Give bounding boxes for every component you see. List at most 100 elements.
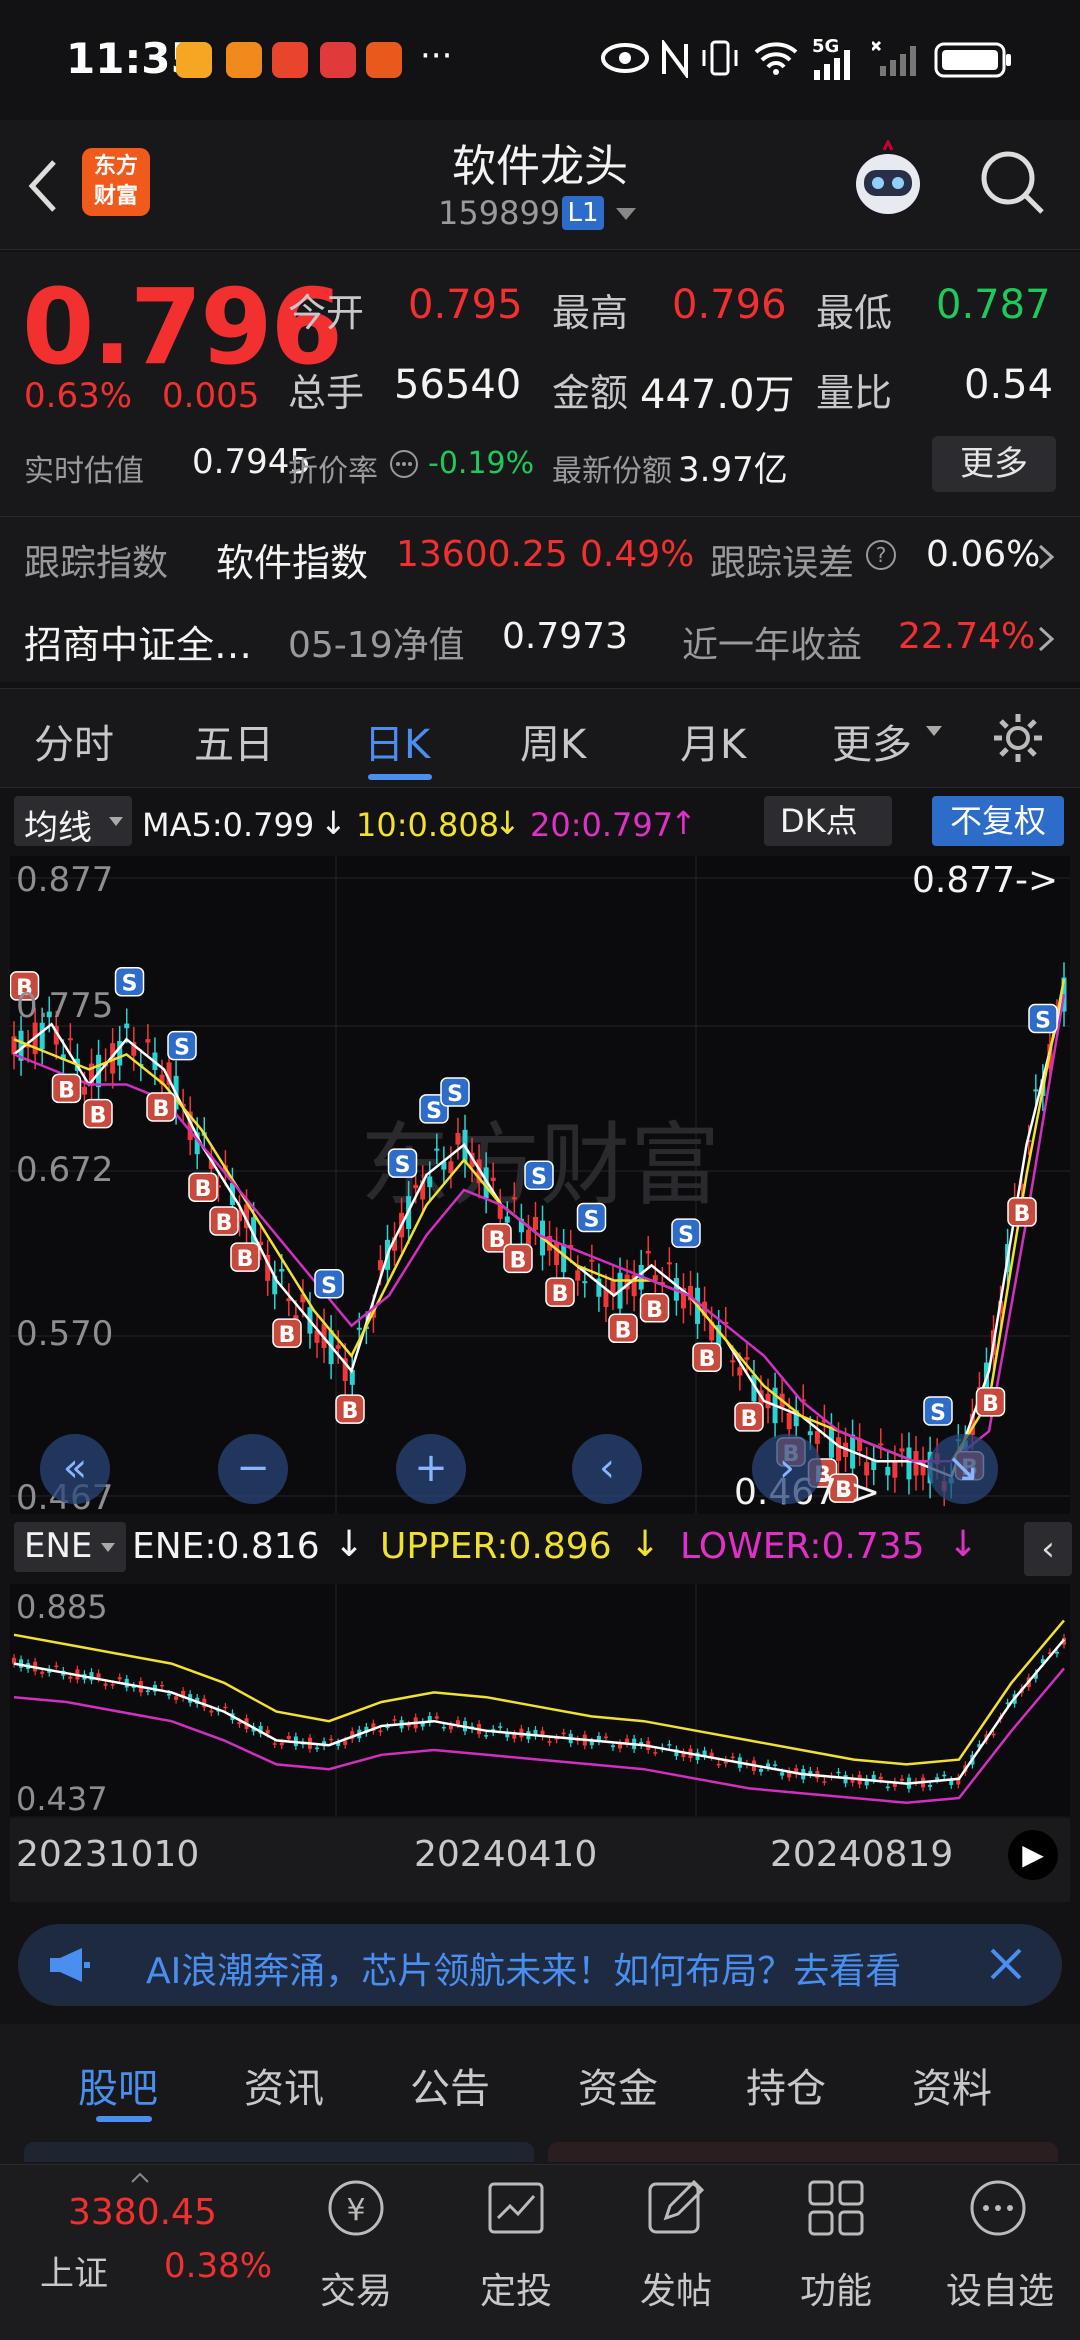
candle-body (645, 1250, 651, 1254)
ene-candle-body (279, 1742, 284, 1746)
tab-daily-k[interactable]: 日K (364, 712, 430, 770)
candle-body (39, 1022, 45, 1050)
buy-marker-label: B (982, 1392, 999, 1417)
buy-marker-label: B (90, 1104, 107, 1129)
zoom-out-button[interactable]: − (218, 1434, 288, 1504)
quote-panel: 0.796 0.63% 0.005 今开 0.795 最高 0.796 最低 0… (0, 252, 1080, 682)
candle-body (434, 1148, 440, 1151)
dropdown-triangle-icon (109, 817, 123, 826)
compose-post-icon[interactable] (644, 2176, 708, 2240)
sell-marker-label: S (122, 972, 138, 997)
close-icon[interactable] (988, 1946, 1024, 1982)
play-icon[interactable]: ▶ (1008, 1830, 1058, 1880)
robot-avatar-icon[interactable] (848, 138, 928, 224)
card-peek (24, 2142, 534, 2162)
info-dots-icon[interactable] (388, 448, 420, 480)
candle-body (737, 1367, 743, 1376)
buy-marker-label: B (1014, 1202, 1031, 1227)
ene-candle-body (610, 1745, 615, 1748)
candle-body (807, 1431, 813, 1436)
estimate-label: 实时估值 (24, 454, 144, 489)
search-icon[interactable] (978, 148, 1048, 218)
apps-grid-icon[interactable] (804, 2176, 868, 2240)
nav-trade[interactable]: 交易 (320, 2262, 392, 2314)
scroll-left-button[interactable]: ‹ (572, 1434, 642, 1504)
ene-candle-body (117, 1677, 122, 1680)
adjust-toggle[interactable]: 不复权 (932, 796, 1064, 846)
share-label: 最新份额 (552, 454, 672, 489)
back-icon[interactable] (24, 156, 64, 216)
sell-marker-label: S (395, 1153, 411, 1178)
settings-gear-icon[interactable] (990, 710, 1046, 766)
tab-intraday[interactable]: 分时 (34, 712, 114, 770)
ene-candle-body (434, 1716, 439, 1719)
volume-value: 56540 (394, 362, 522, 408)
fund-name[interactable]: 招商中证全… (24, 614, 252, 669)
chevron-up-icon[interactable] (130, 2172, 150, 2184)
y-axis-label: 0.775 (16, 986, 114, 1026)
banner-text[interactable]: AI浪潮奔涌，芯片领航未来！如何布局？去看看 (146, 1942, 976, 1994)
high-value: 0.796 (672, 282, 787, 328)
index-pct[interactable]: 0.38% (164, 2246, 272, 2286)
candle-body (67, 1038, 73, 1041)
svg-text:¥: ¥ (346, 2193, 365, 2228)
sell-marker-label: S (426, 1099, 442, 1124)
ene-candle-body (589, 1741, 594, 1746)
ma-selector-label: 均线 (24, 808, 92, 848)
ene-candle-body (730, 1756, 735, 1759)
ene-candle-body (329, 1738, 334, 1741)
fixed-invest-icon[interactable] (484, 2176, 548, 2240)
more-button[interactable]: 更多 (932, 436, 1056, 492)
ene-candle-body (385, 1726, 390, 1729)
tab-monthly-k[interactable]: 月K (680, 712, 746, 770)
ene-candle-body (159, 1684, 164, 1687)
tab-holdings[interactable]: 持仓 (746, 2056, 826, 2114)
ene-candle-body (667, 1744, 672, 1746)
tab-news[interactable]: 资讯 (244, 2056, 324, 2114)
ene-candle-body (315, 1747, 320, 1750)
tab-weekly-k[interactable]: 周K (520, 712, 586, 770)
chevron-right-icon[interactable] (1034, 542, 1058, 572)
tab-announcements[interactable]: 公告 (410, 2056, 490, 2114)
buy-marker-label: B (279, 1323, 296, 1348)
buy-marker-label: B (646, 1298, 663, 1323)
signal-2-icon (872, 40, 916, 76)
tab-five-day[interactable]: 五日 (194, 712, 274, 770)
candle-body (124, 1023, 130, 1029)
nav-fixed-invest[interactable]: 定投 (480, 2262, 552, 2314)
candle-body (744, 1357, 750, 1360)
dk-point-button[interactable]: DK点 (764, 796, 892, 846)
nav-post[interactable]: 发帖 (640, 2262, 712, 2314)
tab-funds[interactable]: 资金 (578, 2056, 658, 2114)
tab-more[interactable]: 更多 (832, 712, 912, 770)
zoom-out-full-button[interactable]: « (40, 1434, 110, 1504)
k-line-chart[interactable]: 东方财富 BBBSBSBBBBSBSSSBBSBSBBSBBBBBSBBBS (10, 856, 1070, 1514)
ene-candle-body (716, 1763, 721, 1766)
tab-profile[interactable]: 资料 (912, 2056, 992, 2114)
trade-icon[interactable]: ¥ (324, 2176, 388, 2240)
ene-chart[interactable] (10, 1584, 1070, 1816)
open-label: 今开 (288, 291, 365, 335)
stock-header: 东方 财富 软件龙头 159899 L1 (0, 120, 1080, 250)
chevron-down-icon[interactable] (614, 204, 638, 224)
index-name[interactable]: 上证 (40, 2246, 108, 2295)
fullscreen-button[interactable]: ↘ (928, 1434, 998, 1504)
more-notifications-icon: ··· (420, 36, 453, 76)
zoom-in-button[interactable]: + (396, 1434, 466, 1504)
nav-functions[interactable]: 功能 (800, 2262, 872, 2314)
candle-body (145, 1039, 151, 1043)
tab-guba[interactable]: 股吧 (78, 2056, 158, 2114)
max-price-label: 0.877-> (912, 860, 1059, 901)
ene-candle-body (441, 1726, 446, 1729)
index-value[interactable]: 3380.45 (68, 2192, 217, 2233)
scroll-right-button[interactable]: › (752, 1434, 822, 1504)
sell-marker-label: S (584, 1207, 600, 1232)
collapse-indicator-button[interactable]: ‹ (1024, 1522, 1072, 1576)
tracking-index-name[interactable]: 软件指数 (216, 532, 368, 587)
level-badge[interactable]: L1 (562, 196, 604, 230)
chevron-right-icon[interactable] (1034, 624, 1058, 654)
help-icon[interactable]: ? (864, 538, 898, 572)
arrow-down-icon: ↓ (334, 1524, 365, 1565)
more-dots-icon[interactable] (966, 2176, 1030, 2240)
nav-add-watchlist[interactable]: 设自选 (946, 2262, 1054, 2314)
